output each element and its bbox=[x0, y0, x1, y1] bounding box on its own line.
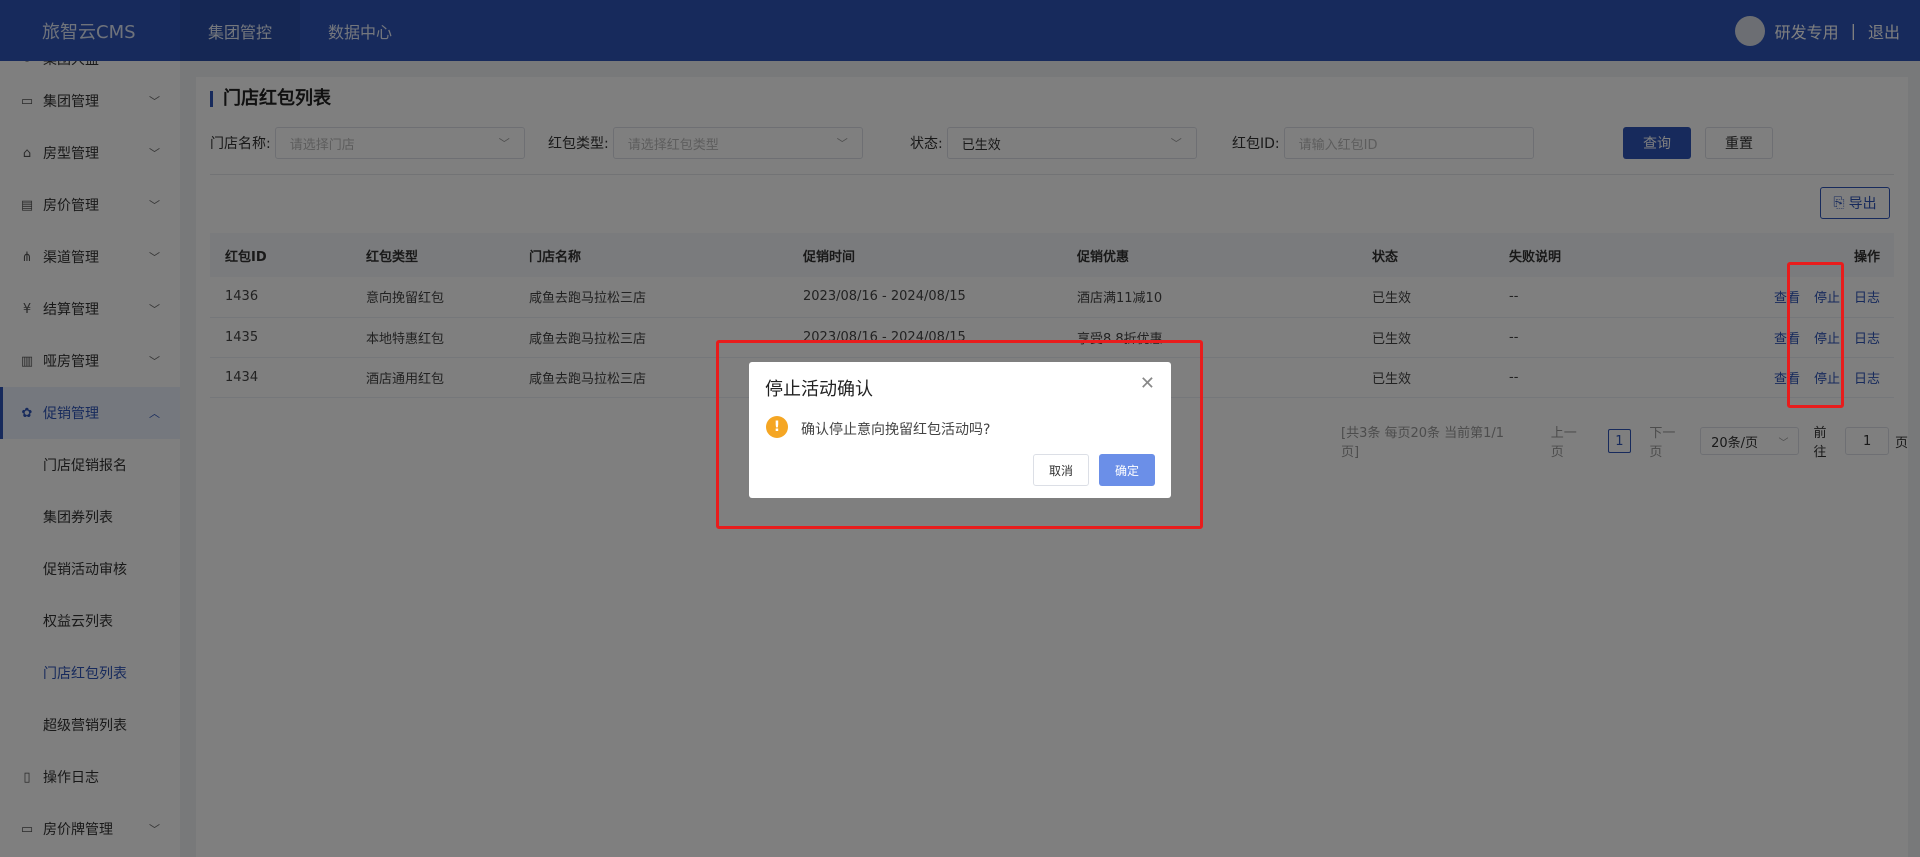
highlight-box-stop-links bbox=[1787, 262, 1844, 408]
close-icon[interactable]: ✕ bbox=[1140, 373, 1155, 394]
stop-confirm-dialog: 停止活动确认 ✕ ! 确认停止意向挽留红包活动吗? 取消 确定 bbox=[749, 362, 1171, 498]
dialog-message: 确认停止意向挽留红包活动吗? bbox=[801, 422, 991, 438]
cancel-button[interactable]: 取消 bbox=[1033, 454, 1089, 486]
warning-icon: ! bbox=[766, 416, 788, 438]
confirm-button[interactable]: 确定 bbox=[1099, 454, 1155, 486]
dialog-title: 停止活动确认 bbox=[765, 379, 873, 400]
